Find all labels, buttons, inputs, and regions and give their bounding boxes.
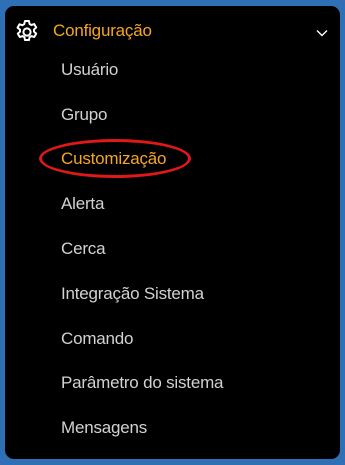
config-menu-panel: Configuração Usuário Grupo Customização … [5, 6, 340, 459]
submenu-item-alerta[interactable]: Alerta [61, 194, 104, 214]
chevron-down-icon[interactable] [316, 26, 328, 38]
submenu-item-customizacao[interactable]: Customização [61, 149, 167, 169]
submenu-item-integracao-sistema[interactable]: Integração Sistema [61, 284, 204, 304]
submenu-item-mensagens[interactable]: Mensagens [61, 418, 147, 438]
submenu-item-cerca[interactable]: Cerca [61, 239, 106, 259]
gear-icon [13, 18, 41, 46]
submenu-item-comando[interactable]: Comando [61, 329, 134, 349]
submenu-item-parametro-sistema[interactable]: Parâmetro do sistema [61, 373, 223, 393]
submenu-item-usuario[interactable]: Usuário [61, 60, 118, 80]
config-menu-header[interactable]: Configuração [5, 6, 340, 56]
submenu-item-grupo[interactable]: Grupo [61, 105, 107, 125]
config-menu-title: Configuração [53, 21, 152, 40]
